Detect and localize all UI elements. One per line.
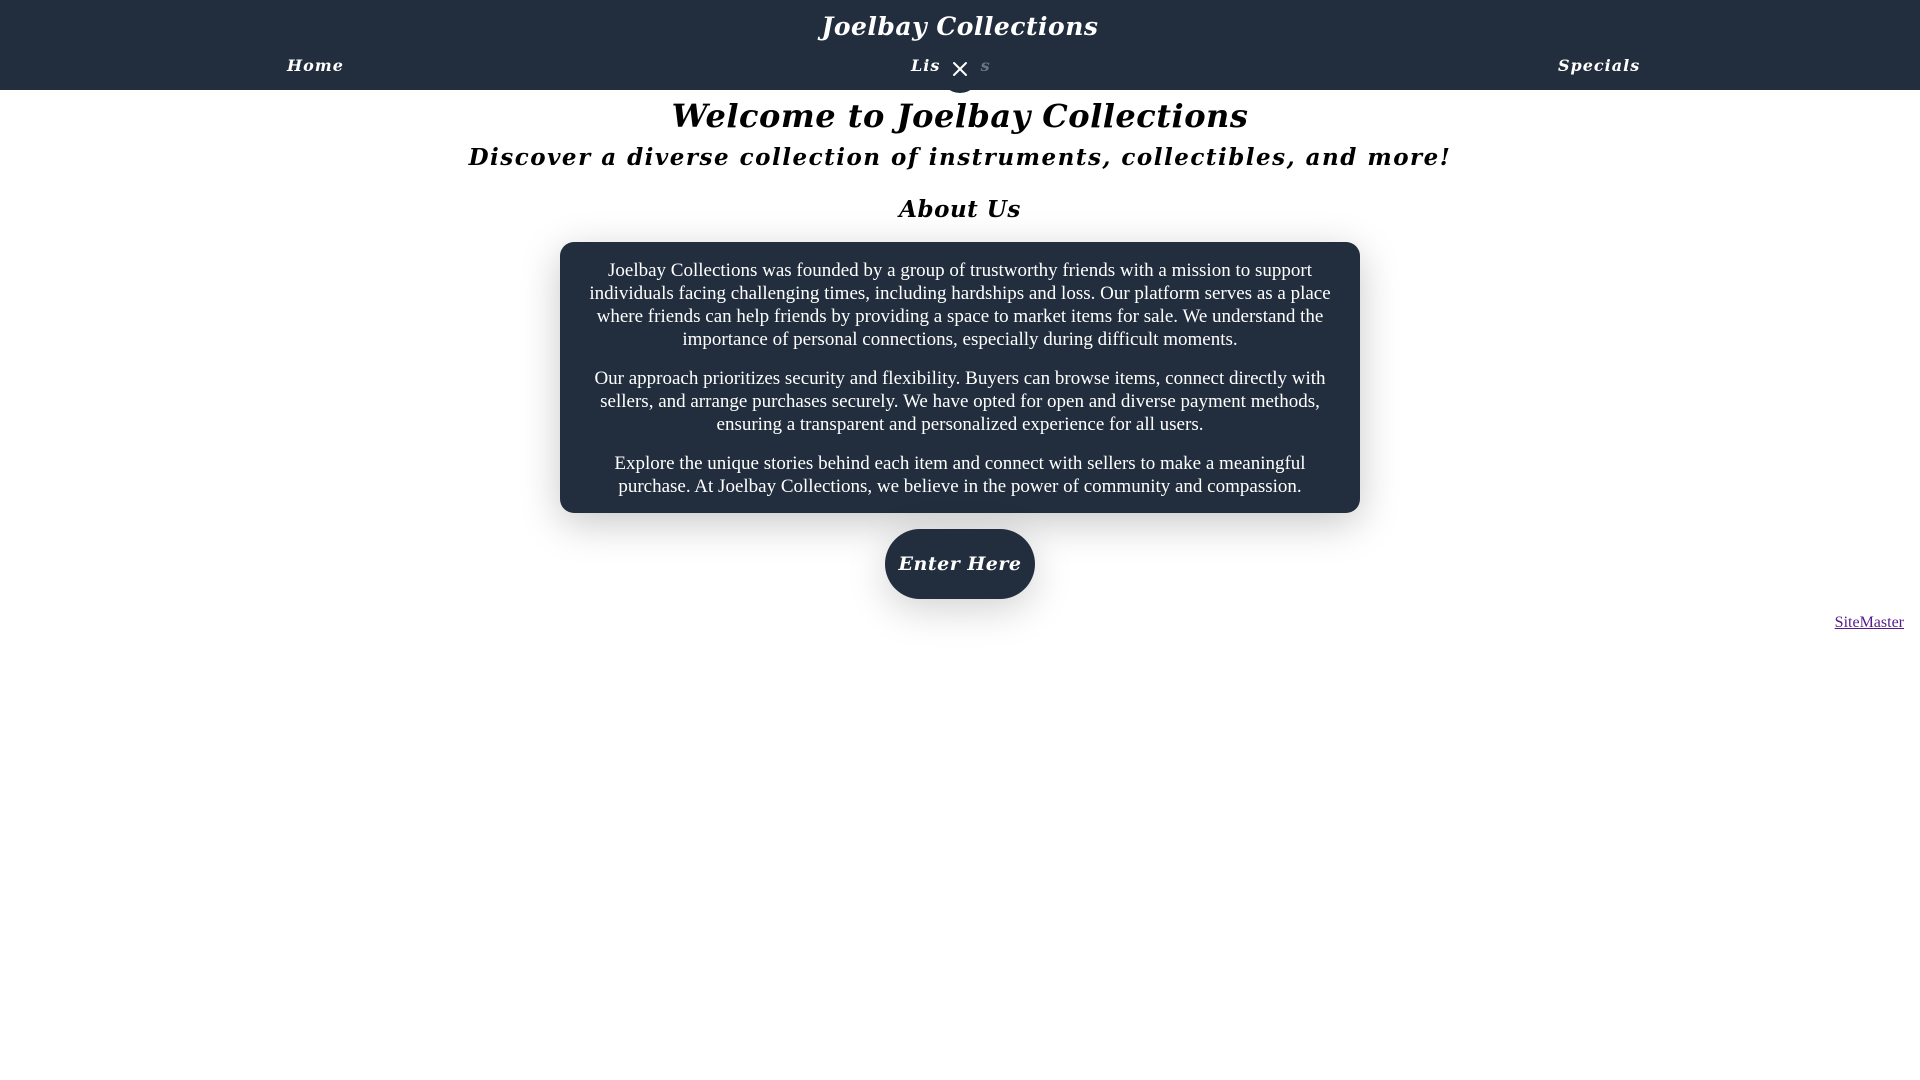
nav-listings-label: Lis xyxy=(911,56,941,75)
page-title: Welcome to Joelbay Collections xyxy=(671,97,1249,135)
about-paragraph: Explore the unique stories behind each i… xyxy=(614,453,1306,497)
page-subtitle: Discover a diverse collection of instrum… xyxy=(468,144,1452,171)
about-card: Joelbay Collections was founded by a gro… xyxy=(560,242,1360,513)
about-paragraph: Our approach prioritizes security and fl… xyxy=(594,368,1326,435)
close-icon xyxy=(953,62,967,76)
close-button[interactable] xyxy=(940,49,980,93)
enter-button[interactable]: Enter Here xyxy=(885,529,1035,599)
sitemaster-link[interactable]: SiteMaster xyxy=(1835,614,1904,632)
about-heading: About Us xyxy=(899,196,1021,223)
about-paragraph: Joelbay Collections was founded by a gro… xyxy=(589,260,1331,350)
site-title: Joelbay Collections xyxy=(821,12,1099,41)
nav-home[interactable]: Home xyxy=(287,56,344,75)
nav-specials[interactable]: Specials xyxy=(1558,56,1640,75)
